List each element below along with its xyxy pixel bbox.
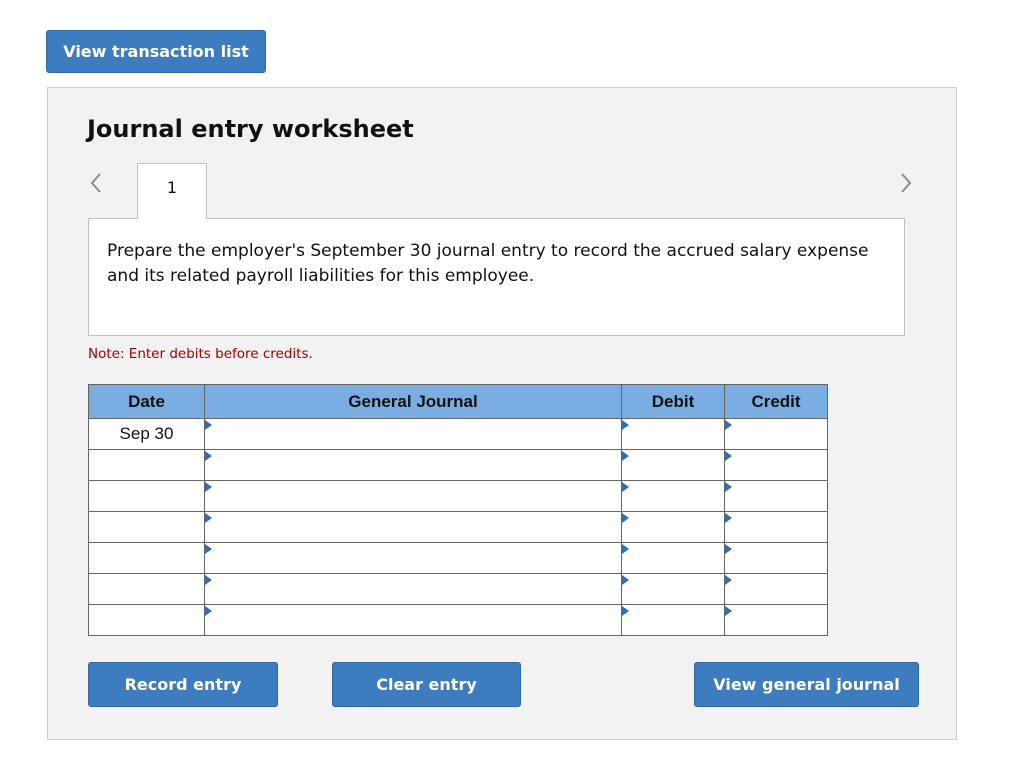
triangle-right-icon (205, 606, 212, 616)
triangle-right-icon (205, 420, 212, 430)
debit-input[interactable] (622, 450, 724, 480)
account-input[interactable] (205, 481, 621, 511)
debit-input[interactable] (622, 419, 724, 449)
triangle-right-icon (725, 451, 732, 461)
date-cell (88, 480, 205, 512)
credit-input[interactable] (725, 574, 827, 604)
tab-1[interactable]: 1 (137, 163, 207, 219)
triangle-right-icon (725, 482, 732, 492)
debit-input[interactable] (622, 543, 724, 573)
triangle-right-icon (725, 575, 732, 585)
triangle-right-icon (205, 544, 212, 554)
credit-input[interactable] (725, 419, 827, 449)
triangle-right-icon (622, 606, 629, 616)
triangle-right-icon (725, 513, 732, 523)
note-text: Note: Enter debits before credits. (88, 346, 313, 362)
table-row (88, 573, 828, 605)
triangle-right-icon (622, 451, 629, 461)
record-entry-button[interactable]: Record entry (88, 662, 278, 707)
debit-input[interactable] (622, 574, 724, 604)
date-cell (88, 449, 205, 481)
table-row (88, 604, 828, 636)
credit-input-cell (724, 511, 828, 543)
date-cell (88, 604, 205, 636)
triangle-right-icon (622, 513, 629, 523)
credit-input-cell (724, 480, 828, 512)
credit-input[interactable] (725, 543, 827, 573)
triangle-right-icon (622, 544, 629, 554)
journal-entry-worksheet-panel: Journal entry worksheet 1 Prepare the em… (47, 87, 957, 740)
account-input-cell (204, 604, 622, 636)
account-input-cell (204, 542, 622, 574)
account-input-cell (204, 511, 622, 543)
account-input-cell (204, 449, 622, 481)
credit-input-cell (724, 604, 828, 636)
triangle-right-icon (622, 575, 629, 585)
date-cell: Sep 30 (88, 418, 205, 450)
debit-input-cell (621, 542, 725, 574)
debit-input-cell (621, 511, 725, 543)
header-date: Date (88, 384, 205, 419)
credit-input[interactable] (725, 481, 827, 511)
triangle-right-icon (622, 420, 629, 430)
table-row (88, 511, 828, 543)
header-general-journal: General Journal (204, 384, 622, 419)
header-credit: Credit (724, 384, 828, 419)
table-row (88, 542, 828, 574)
chevron-left-icon[interactable] (86, 168, 106, 198)
table-row: Sep 30 (88, 418, 828, 450)
triangle-right-icon (205, 482, 212, 492)
triangle-right-icon (622, 482, 629, 492)
account-input[interactable] (205, 543, 621, 573)
debit-input-cell (621, 418, 725, 450)
triangle-right-icon (205, 451, 212, 461)
instruction-text: Prepare the employer's September 30 jour… (88, 218, 905, 336)
account-input[interactable] (205, 512, 621, 542)
journal-table: Date General Journal Debit Credit Sep 30 (88, 384, 828, 636)
debit-input[interactable] (622, 512, 724, 542)
account-input-cell (204, 480, 622, 512)
credit-input[interactable] (725, 450, 827, 480)
header-debit: Debit (621, 384, 725, 419)
worksheet-title: Journal entry worksheet (87, 115, 414, 143)
account-input[interactable] (205, 574, 621, 604)
account-input[interactable] (205, 419, 621, 449)
credit-input-cell (724, 418, 828, 450)
debit-input[interactable] (622, 605, 724, 635)
debit-input-cell (621, 480, 725, 512)
credit-input-cell (724, 542, 828, 574)
account-input[interactable] (205, 605, 621, 635)
debit-input-cell (621, 573, 725, 605)
credit-input-cell (724, 449, 828, 481)
date-cell (88, 511, 205, 543)
credit-input[interactable] (725, 605, 827, 635)
chevron-right-icon[interactable] (896, 168, 916, 198)
date-cell (88, 573, 205, 605)
view-transaction-list-button[interactable]: View transaction list (46, 30, 266, 73)
triangle-right-icon (725, 544, 732, 554)
debit-input[interactable] (622, 481, 724, 511)
view-general-journal-button[interactable]: View general journal (694, 662, 919, 707)
account-input-cell (204, 573, 622, 605)
triangle-right-icon (205, 575, 212, 585)
table-row (88, 449, 828, 481)
account-input-cell (204, 418, 622, 450)
clear-entry-button[interactable]: Clear entry (332, 662, 521, 707)
date-cell (88, 542, 205, 574)
debit-input-cell (621, 604, 725, 636)
triangle-right-icon (205, 513, 212, 523)
account-input[interactable] (205, 450, 621, 480)
credit-input[interactable] (725, 512, 827, 542)
triangle-right-icon (725, 420, 732, 430)
credit-input-cell (724, 573, 828, 605)
table-row (88, 480, 828, 512)
debit-input-cell (621, 449, 725, 481)
table-header-row: Date General Journal Debit Credit (88, 384, 828, 419)
triangle-right-icon (725, 606, 732, 616)
